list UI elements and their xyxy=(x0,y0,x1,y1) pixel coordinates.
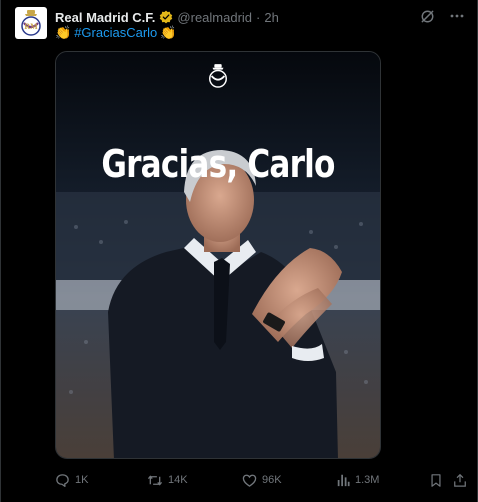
tweet-image[interactable]: Gracias, Carlo xyxy=(55,51,381,459)
views-chart-icon xyxy=(337,474,350,487)
views-button[interactable]: 1.3M xyxy=(336,471,379,489)
svg-text:RM: RM xyxy=(24,22,38,31)
tweet-card[interactable]: RM Real Madrid C.F. @realmadrid · 2h 👏 #… xyxy=(0,0,478,502)
grok-icon[interactable] xyxy=(419,8,435,24)
reply-button[interactable]: 1K xyxy=(55,471,88,489)
bookmark-icon xyxy=(431,473,441,487)
views-count: 1.3M xyxy=(355,474,380,486)
account-handle[interactable]: @realmadrid xyxy=(177,10,252,25)
real-madrid-crest-icon: RM xyxy=(21,10,41,36)
top-actions xyxy=(419,8,465,24)
repost-count: 14K xyxy=(168,474,188,486)
stadium-photo xyxy=(56,52,380,458)
repost-button[interactable]: 14K xyxy=(147,471,188,489)
timestamp[interactable]: 2h xyxy=(264,10,278,25)
bookmark-button[interactable] xyxy=(429,471,443,489)
avatar[interactable]: RM xyxy=(15,7,47,39)
clapping-hands-emoji: 👏 xyxy=(160,25,177,40)
verified-badge-icon xyxy=(159,10,173,24)
like-count: 96K xyxy=(262,474,282,486)
share-button[interactable] xyxy=(453,471,467,489)
real-madrid-crest-icon xyxy=(207,63,229,94)
more-options-icon[interactable] xyxy=(449,8,465,24)
clapping-hands-emoji: 👏 xyxy=(55,25,72,40)
tweet-actions: 1K 14K 96K 1.3M xyxy=(55,471,467,489)
account-name[interactable]: Real Madrid C.F. xyxy=(55,10,155,25)
like-button[interactable]: 96K xyxy=(242,471,282,489)
reply-icon xyxy=(56,473,69,487)
tweet-text: 👏 #GraciasCarlo 👏 xyxy=(55,25,176,41)
separator-dot: · xyxy=(256,9,261,25)
share-icon xyxy=(454,473,466,487)
reply-count: 1K xyxy=(75,474,89,486)
tweet-header: Real Madrid C.F. @realmadrid · 2h xyxy=(55,8,279,26)
hashtag-link[interactable]: #GraciasCarlo xyxy=(74,25,157,41)
repost-icon xyxy=(147,474,163,486)
image-headline: Gracias, Carlo xyxy=(101,142,335,186)
heart-icon xyxy=(242,474,257,487)
